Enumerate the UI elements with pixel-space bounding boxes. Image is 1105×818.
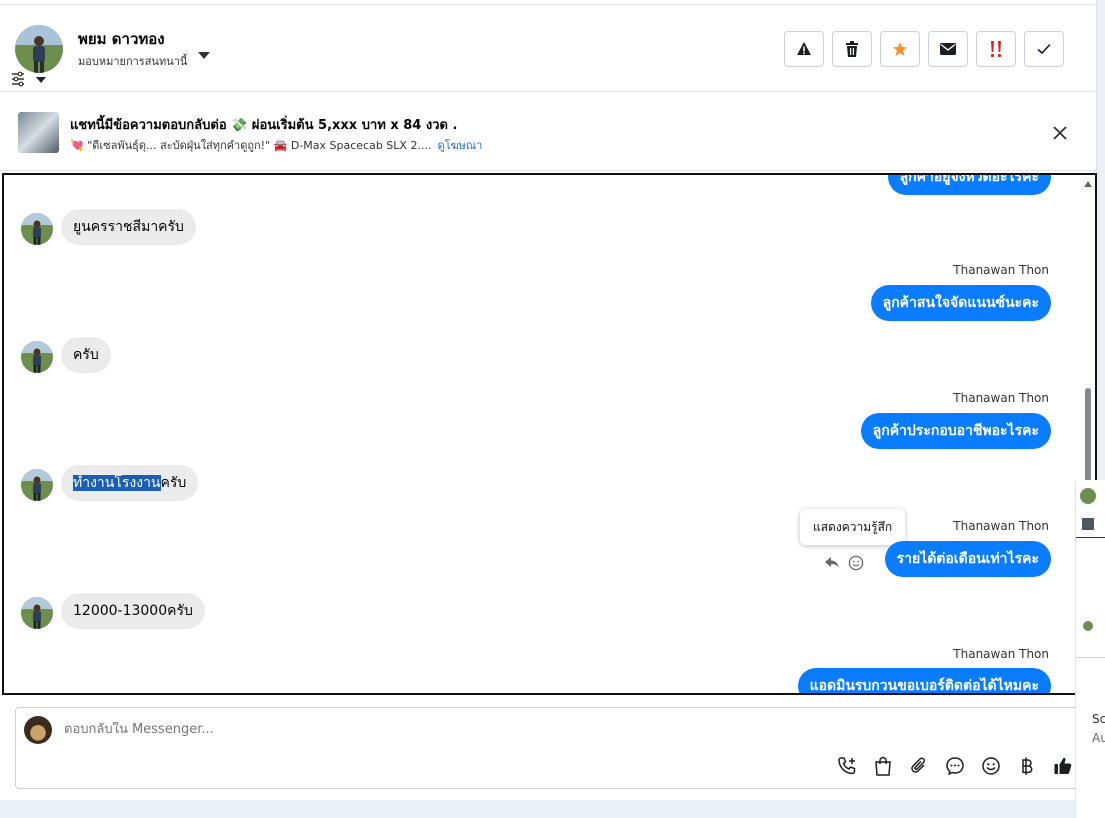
peek-avatar — [1080, 488, 1096, 504]
peek-thumbnail — [1082, 518, 1094, 530]
sender-name: Thanawan Thon — [953, 647, 1049, 661]
message-hover-tools — [824, 555, 864, 571]
message-thread[interactable]: ลูกค้าอยู่จังหวัดอะไรคะ ยูนครราชสีมาครับ… — [2, 173, 1097, 695]
message-composer — [15, 707, 1083, 789]
checkmark-icon — [1037, 43, 1051, 55]
message-text: ครับ — [160, 475, 187, 491]
filter-settings-icon[interactable] — [11, 71, 47, 87]
emoji-icon[interactable] — [980, 755, 1002, 777]
contact-name: พยม ดาวทอง — [78, 30, 165, 48]
call-add-icon[interactable] — [836, 755, 858, 777]
close-icon[interactable] — [1051, 124, 1069, 142]
selected-text: ทำงานโรงงาน — [73, 475, 161, 491]
message-outgoing[interactable]: ลูกค้าสนใจจัดแนนซ์นะคะ — [870, 285, 1051, 321]
shopping-bag-icon[interactable] — [872, 755, 894, 777]
inbox-conversation-panel: พยม ดาวทอง มอบหมายการสนทนานี้ แชทนี้มีข้… — [0, 0, 1097, 800]
ad-subtitle-text: 💘 "ดีเซลพันธุ์ดุ... สะบัดฝุ่นใส่ทุกคำดูถ… — [70, 139, 432, 152]
sender-avatar — [21, 213, 53, 245]
view-ad-link[interactable]: ดูโฆษณา — [437, 139, 482, 152]
chevron-down-icon[interactable] — [198, 52, 210, 59]
ad-title: แชทนี้มีข้อความตอบกลับต่อ 💸 ผ่อนเริ่มต้น… — [70, 118, 458, 133]
adjacent-panel-peek: Sc Au — [1075, 480, 1105, 818]
message-outgoing[interactable]: ลูกค้าอยู่จังหวัดอะไรคะ — [887, 175, 1051, 195]
message-incoming[interactable]: 12000-13000ครับ — [61, 593, 205, 629]
trash-icon — [846, 41, 858, 57]
message-outgoing[interactable]: แอดมินรบกวนขอเบอร์ติดต่อได้ไหมคะ — [797, 668, 1051, 693]
message-incoming[interactable]: ยูนครราชสีมาครับ — [61, 209, 196, 245]
thumbs-up-icon[interactable] — [1052, 755, 1074, 777]
spam-warning-button[interactable] — [784, 31, 824, 67]
sender-name: Thanawan Thon — [953, 391, 1049, 405]
message-incoming[interactable]: ทำงานโรงงานครับ — [61, 465, 199, 501]
peek-text-1: Sc — [1092, 712, 1105, 726]
reply-input[interactable] — [64, 722, 764, 737]
delete-button[interactable] — [832, 31, 872, 67]
emoji-reaction-icon[interactable] — [848, 555, 864, 571]
ad-context-banner: แชทนี้มีข้อความตอบกลับต่อ 💸 ผ่อนเริ่มต้น… — [0, 93, 1097, 171]
conversation-actions — [784, 31, 1064, 67]
baht-payment-icon[interactable] — [1016, 755, 1038, 777]
double-exclamation-icon — [990, 41, 1002, 58]
sender-name: Thanawan Thon — [953, 263, 1049, 277]
envelope-icon — [940, 43, 956, 55]
ad-thumbnail[interactable] — [18, 112, 59, 153]
composer-toolbar — [836, 755, 1074, 777]
sender-avatar — [21, 341, 53, 373]
mark-unread-button[interactable] — [928, 31, 968, 67]
sender-avatar — [21, 597, 53, 629]
sender-avatar — [21, 469, 53, 501]
scroll-up-arrow-icon[interactable] — [1084, 181, 1092, 187]
message-outgoing[interactable]: ลูกค้าประกอบอาชีพอะไรคะ — [860, 413, 1051, 449]
attachment-icon[interactable] — [908, 755, 930, 777]
ad-subtitle: 💘 "ดีเซลพันธุ์ดุ... สะบัดฝุ่นใส่ทุกคำดูถ… — [70, 136, 482, 154]
sender-name: Thanawan Thon — [953, 519, 1049, 533]
star-icon — [893, 42, 907, 56]
message-incoming[interactable]: ครับ — [61, 337, 111, 373]
page-avatar — [24, 716, 52, 744]
star-button[interactable] — [880, 31, 920, 67]
peek-divider — [1076, 537, 1105, 538]
peek-text-2: Au — [1092, 731, 1105, 745]
warning-icon — [797, 42, 811, 55]
mark-done-button[interactable] — [1024, 31, 1064, 67]
saved-replies-icon[interactable] — [944, 755, 966, 777]
message-outgoing[interactable]: รายได้ต่อเดือนเท่าไรคะ — [884, 541, 1051, 577]
assign-conversation-label[interactable]: มอบหมายการสนทนานี้ — [78, 52, 187, 70]
peek-small-avatar — [1083, 621, 1093, 631]
important-button[interactable] — [976, 31, 1016, 67]
contact-avatar[interactable] — [15, 25, 63, 73]
conversation-header: พยม ดาวทอง มอบหมายการสนทนานี้ — [0, 4, 1097, 92]
reply-icon[interactable] — [824, 556, 840, 570]
react-tooltip: แสดงความรู้สึก — [800, 509, 906, 545]
